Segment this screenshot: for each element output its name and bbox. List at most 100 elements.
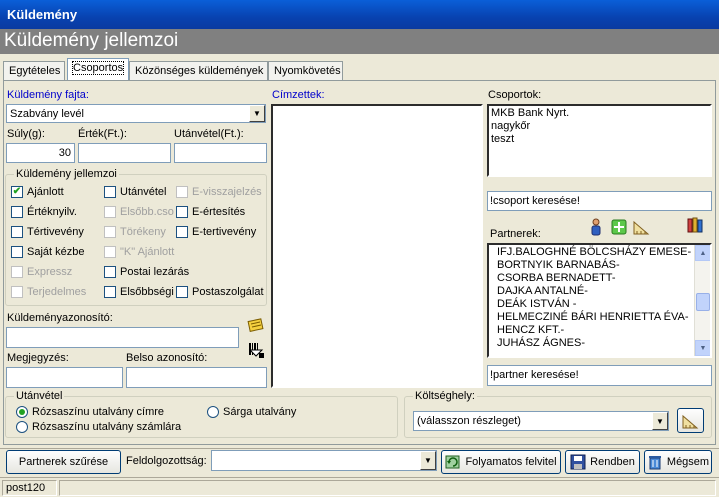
checkbox-box <box>104 186 116 198</box>
koltseghely-ruler-button[interactable] <box>677 408 704 433</box>
partner-search-input[interactable]: !partner keresése! <box>487 365 712 386</box>
checkbox-postai-lezaras[interactable]: Postai lezárás <box>104 266 189 278</box>
list-item[interactable]: HELMECZINÉ BÁRI HENRIETTA ÉVA- <box>497 311 710 324</box>
checkbox-elsobbsegi[interactable]: Elsőbbségi <box>104 286 174 298</box>
radio-sarga-utalvany[interactable]: Sárga utalvány <box>207 406 296 418</box>
checkbox-box <box>104 206 116 218</box>
feldolgozottsag-select[interactable]: ▼ <box>211 450 437 471</box>
list-item[interactable]: CSORBA BERNADETT- <box>497 272 710 285</box>
partnerek-scrollbar[interactable]: ▲ ▼ <box>694 245 710 356</box>
megjegyzes-input[interactable] <box>6 367 123 388</box>
megsem-label: Mégsem <box>666 456 710 468</box>
checkbox-torekeny: Törékeny <box>104 226 166 238</box>
window-title: Küldemény <box>0 0 719 29</box>
bottom-separator <box>0 448 719 449</box>
status-bar: post120 <box>0 477 719 497</box>
books-icon[interactable] <box>685 215 705 235</box>
chevron-down-icon[interactable]: ▼ <box>652 412 668 430</box>
koltseghely-select[interactable]: (válasszon részleget) ▼ <box>413 411 669 431</box>
megjegyzes-label: Megjegyzés: <box>7 352 69 364</box>
save-icon <box>570 454 586 470</box>
belso-azonosito-input[interactable] <box>126 367 267 388</box>
tab-egyteteles[interactable]: Egytételes <box>3 61 65 80</box>
tab-nyomkovetes[interactable]: Nyomkövetés <box>268 61 343 80</box>
checkbox-label: Elsőbbségi <box>120 286 174 298</box>
suly-input[interactable]: 30 <box>6 143 75 163</box>
utanvetel-amount-label: Utánvétel(Ft.): <box>174 128 244 140</box>
kuldemeny-fajta-value: Szabvány levél <box>10 108 84 120</box>
ertek-label: Érték(Ft.): <box>78 128 127 140</box>
checkbox-e-tertiveveny[interactable]: E-tertivevény <box>176 226 256 238</box>
chevron-down-icon[interactable]: ▼ <box>249 105 265 122</box>
chevron-down-icon[interactable]: ▼ <box>420 451 436 470</box>
ertek-input[interactable] <box>78 143 171 163</box>
status-user: post120 <box>2 480 57 496</box>
folyamatos-felvitel-button[interactable]: Folyamatos felvitel <box>441 450 561 474</box>
csoportok-list[interactable]: MKB Bank Nyrt. nagykőr teszt <box>487 104 712 177</box>
checkbox-e-ertesites[interactable]: E-értesítés <box>176 206 245 218</box>
scroll-down-icon[interactable]: ▼ <box>695 340 710 356</box>
scroll-thumb[interactable] <box>696 293 710 311</box>
koltseghely-value: (válasszon részleget) <box>417 415 521 427</box>
radio-rozsaszinu-szamlara[interactable]: Rózsaszínu utalvány számlára <box>16 421 181 433</box>
list-item[interactable]: IFJ.BALOGHNÉ BÖLCSHÁZY EMESE- <box>497 246 710 259</box>
note-edit-icon[interactable] <box>246 315 266 335</box>
checkbox-box <box>11 226 23 238</box>
checkbox-tertiveveny[interactable]: Tértivevény <box>11 226 84 238</box>
radio-rozsaszinu-cimre[interactable]: Rózsaszínu utalvány címre <box>16 406 164 418</box>
barcode-icon[interactable] <box>246 340 266 360</box>
scroll-up-icon[interactable]: ▲ <box>695 245 710 261</box>
checkbox-box <box>104 226 116 238</box>
partnerek-list[interactable]: IFJ.BALOGHNÉ BÖLCSHÁZY EMESE- BORTNYIK B… <box>487 243 712 358</box>
list-item[interactable]: DAJKA ANTALNÉ- <box>497 285 710 298</box>
csoport-search-value: !csoport keresése! <box>490 195 580 207</box>
cimzettek-list[interactable] <box>271 104 483 388</box>
checkbox-box <box>104 266 116 278</box>
radio-label: Sárga utalvány <box>223 406 297 418</box>
checkbox-sajat-kezbe[interactable]: Saját kézbe <box>11 246 84 258</box>
checkbox-ertekyilv[interactable]: Értéknyilv. <box>11 206 77 218</box>
checkbox-terjedelmes: Terjedelmes <box>11 286 86 298</box>
radio-dot <box>16 406 28 418</box>
list-item[interactable]: teszt <box>491 133 708 146</box>
checkbox-label: Ajánlott <box>27 186 64 198</box>
checkbox-utanvetel[interactable]: Utánvétel <box>104 186 166 198</box>
utanvetel-input[interactable] <box>174 143 267 163</box>
page-title: Küldemény jellemzoi <box>0 29 719 54</box>
list-item[interactable]: JUHÁSZ ÁGNES- <box>497 337 710 350</box>
status-cell-empty <box>59 480 716 496</box>
checkbox-postaszolgalat[interactable]: Postaszolgálat <box>176 286 264 298</box>
checkbox-label: Elsőbb.cso <box>120 206 174 218</box>
tab-csoportos[interactable]: Csoportos <box>67 58 129 80</box>
checkbox-box <box>11 246 23 258</box>
kuldemeny-fajta-label: Küldemény fajta: <box>7 89 89 101</box>
checkbox-label: Értéknyilv. <box>27 206 77 218</box>
megsem-button[interactable]: Mégsem <box>644 450 712 474</box>
list-item[interactable]: MKB Bank Nyrt. <box>491 107 708 120</box>
rendben-button[interactable]: Rendben <box>565 450 640 474</box>
partnerek-szurese-button[interactable]: Partnerek szűrése <box>6 450 121 474</box>
checkbox-box <box>176 186 188 198</box>
partnerek-label: Partnerek: <box>490 228 541 240</box>
list-item[interactable]: HENCZ KFT.- <box>497 324 710 337</box>
group-title: Utánvétel <box>14 390 65 402</box>
tab-kozonseges[interactable]: Közönséges küldemények <box>129 61 268 80</box>
checkbox-box <box>11 206 23 218</box>
list-item[interactable]: nagykőr <box>491 120 708 133</box>
checkbox-label: Postaszolgálat <box>192 286 264 298</box>
kuldemeny-fajta-select[interactable]: Szabvány levél ▼ <box>6 104 266 123</box>
azonosito-input[interactable] <box>6 327 239 348</box>
list-item[interactable]: BORTNYIK BARNABÁS- <box>497 259 710 272</box>
ruler-icon <box>682 414 698 428</box>
checkbox-ajanlott[interactable]: ✔ Ajánlott <box>11 186 64 198</box>
radio-dot <box>207 406 219 418</box>
checkbox-box <box>176 286 188 298</box>
checkbox-k-ajanlott: "K" Ajánlott <box>104 246 174 258</box>
add-icon[interactable] <box>609 217 629 237</box>
csoport-search-input[interactable]: !csoport keresése! <box>487 191 712 211</box>
person-icon[interactable] <box>586 217 606 237</box>
ruler-icon[interactable] <box>632 217 652 237</box>
checkbox-label: E-értesítés <box>192 206 246 218</box>
list-item[interactable]: DEÁK ISTVÁN - <box>497 298 710 311</box>
folyamatos-felvitel-label: Folyamatos felvitel <box>465 456 557 468</box>
